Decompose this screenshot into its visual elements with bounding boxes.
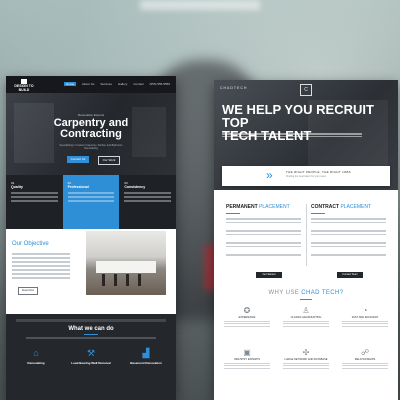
phone-number[interactable]: (555) 555-5555	[149, 82, 170, 86]
service-remodeling[interactable]: ⌂ Remodeling	[11, 348, 61, 366]
why-item: ✪ EXPERIENCE	[218, 306, 276, 329]
speedometer-icon: ◔	[362, 306, 368, 315]
hero-work-button[interactable]: Our Work	[98, 156, 120, 165]
contract-placement: CONTRACT PLACEMENT Contact Team	[311, 204, 386, 278]
feature-card: 01 Quality	[6, 175, 63, 229]
logo-c-icon: C	[300, 84, 312, 96]
permanent-title: PERMANENT PLACEMENT	[226, 204, 290, 210]
services-subtext	[26, 337, 156, 339]
services-header-text	[16, 319, 166, 322]
objective-title: Our Objective	[12, 241, 49, 247]
services-title: What we can do	[68, 326, 114, 332]
nav-services[interactable]: Services	[100, 82, 112, 86]
stairs-icon: ▟	[142, 348, 150, 358]
why-title: WHY USE CHAD TECH?	[268, 290, 344, 296]
right-hero: CHADTECH C WE HELP YOU RECRUIT TOP TECH …	[214, 80, 398, 190]
feature-cards: 01 Quality 02 Professional 03 Consistenc…	[6, 175, 176, 229]
contracting-website-mockup: DESIGN TO BUILD Home About Us Services G…	[6, 76, 176, 400]
why-item: ◔ FAST AND EFFICIENT	[336, 306, 394, 329]
service-wall-removal[interactable]: ⚒ Load Bearing Wall Removal	[66, 348, 116, 366]
permanent-get-started-button[interactable]: Get Started	[256, 272, 282, 278]
services-section: What we can do ⌂ Remodeling ⚒ Load Beari…	[6, 314, 176, 400]
why-item: ♙ CLASSIC HEADHUNTING	[277, 306, 335, 329]
objective-read-more-button[interactable]: Read More	[18, 287, 38, 295]
nav-about[interactable]: About Us	[82, 82, 94, 86]
hero-contact-button[interactable]: Contact Us	[67, 156, 89, 163]
left-nav-links: Home About Us Services Gallery Contact	[64, 82, 144, 86]
feature-card: 02 Professional	[62, 175, 120, 229]
right-logo[interactable]: CHADTECH	[220, 86, 247, 90]
left-logo[interactable]: DESIGN TO BUILD	[14, 79, 34, 92]
banner-text: Finding the best talent for your team	[286, 175, 327, 178]
hero-text: Specializing in Custom Carpentry, Kitche…	[59, 144, 123, 150]
service-basement[interactable]: ▟ Basement Renovation	[121, 348, 171, 366]
nav-gallery[interactable]: Gallery	[118, 82, 128, 86]
house-icon: ⌂	[33, 348, 39, 358]
placements-divider	[306, 204, 307, 266]
person-icon: ♙	[302, 306, 310, 315]
banner-title: THE RIGHT PEOPLE, THE RIGHT JOBS	[286, 170, 351, 174]
objective-section: Our Objective Read More	[6, 229, 176, 314]
contract-team-button[interactable]: Contact Team	[337, 272, 363, 278]
left-hero: Renovation Experts Carpentry and Contrac…	[6, 93, 176, 175]
why-item: ✣ LARGE NETWORK AND DATABASE	[277, 348, 335, 371]
services-divider	[84, 334, 98, 335]
nav-contact[interactable]: Contact	[133, 82, 143, 86]
medal-icon: ✪	[243, 306, 251, 315]
network-icon: ✣	[302, 348, 310, 357]
placements-section: PERMANENT PLACEMENT Get Started CONTRACT…	[214, 190, 398, 290]
feature-card: 03 Consistency	[119, 175, 176, 229]
recruiting-website-mockup: CHADTECH C WE HELP YOU RECRUIT TOP TECH …	[214, 80, 398, 400]
handshake-icon: ☍	[360, 348, 370, 357]
double-chevron-icon: »	[266, 168, 273, 182]
right-people-banner: » THE RIGHT PEOPLE, THE RIGHT JOBS Findi…	[222, 166, 390, 186]
why-item: ▣ INDUSTRY EXPERTS	[218, 348, 276, 371]
left-navbar: DESIGN TO BUILD Home About Us Services G…	[6, 76, 176, 93]
background-light	[140, 0, 260, 10]
nav-home[interactable]: Home	[64, 82, 77, 86]
hammer-icon: ⚒	[86, 348, 96, 358]
why-section: WHY USE CHAD TECH? ✪ EXPERIENCE ♙ CLASSI…	[214, 290, 398, 400]
permanent-placement: PERMANENT PLACEMENT Get Started	[226, 204, 301, 278]
kitchen-photo	[86, 231, 166, 295]
objective-text	[12, 251, 70, 281]
right-hero-subtext	[222, 132, 362, 138]
why-item: ☍ RELATIONSHIPS	[336, 348, 394, 371]
contract-title: CONTRACT PLACEMENT	[311, 204, 372, 210]
briefcase-icon: ▣	[243, 348, 251, 357]
hero-title: Carpentry and Contracting	[53, 117, 129, 140]
